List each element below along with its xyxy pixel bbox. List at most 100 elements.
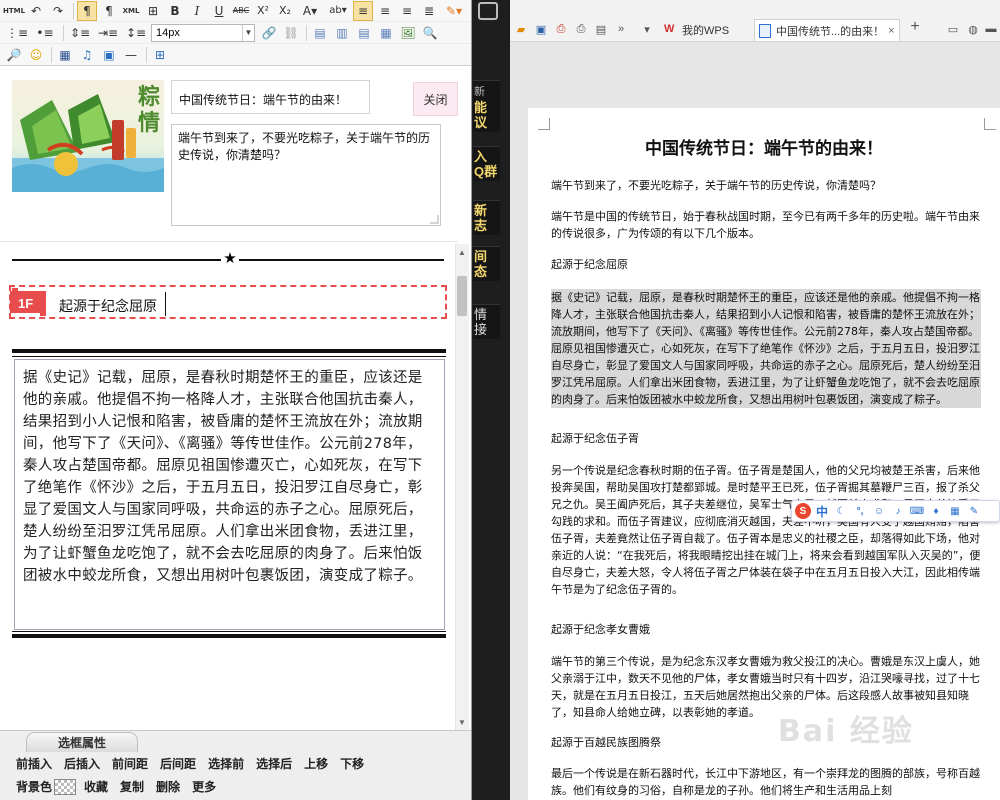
close-tab-icon[interactable]: × — [888, 25, 894, 37]
font-color-dropdown[interactable]: A▾ — [297, 1, 323, 21]
html-source-button[interactable]: HTML — [3, 1, 25, 21]
keyboard-icon[interactable]: ⌨ — [909, 503, 925, 519]
table-icon[interactable]: ⊞ — [150, 45, 170, 65]
delete-button[interactable]: 删除 — [156, 778, 180, 795]
align-right-icon[interactable]: ≡ — [397, 1, 417, 21]
strikethrough-button[interactable]: ABC — [231, 1, 251, 21]
export-pdf-icon[interactable]: ⎙ — [554, 22, 568, 36]
insert-image-icon[interactable]: 🖼 — [398, 23, 418, 43]
punctuation-icon[interactable]: °, — [852, 503, 868, 519]
image-right-icon[interactable]: ▤ — [354, 23, 374, 43]
image-center-icon[interactable]: ▥ — [332, 23, 352, 43]
moon-icon[interactable]: ☾ — [833, 503, 849, 519]
voice-icon[interactable]: ♪ — [890, 503, 906, 519]
skin-icon[interactable]: ♦ — [928, 503, 944, 519]
print-icon[interactable]: ⎙ — [574, 22, 588, 36]
copy-button[interactable]: 复制 — [120, 778, 144, 795]
image-none-icon[interactable]: ▦ — [376, 23, 396, 43]
save-icon[interactable]: ▦ — [55, 45, 75, 65]
align-justify-icon[interactable]: ≣ — [419, 1, 439, 21]
rtl-direction-icon[interactable]: ¶ — [99, 1, 119, 21]
subscript-button[interactable]: X₂ — [275, 1, 295, 21]
scroll-up-icon[interactable]: ▲ — [456, 246, 468, 258]
side-tab-update-log[interactable]: 新志 — [473, 200, 500, 235]
font-size-select[interactable]: 14px ▼ — [151, 23, 255, 42]
chevron-down-icon[interactable]: ▼ — [242, 24, 254, 41]
ltr-direction-icon[interactable]: ¶ — [77, 0, 97, 21]
scrollbar-thumb[interactable] — [457, 276, 467, 316]
side-tab-links[interactable]: 情接 — [473, 304, 500, 339]
ordered-list-dropdown[interactable]: ⋮≡ — [4, 23, 30, 43]
image-left-icon[interactable]: ▤ — [310, 23, 330, 43]
doc-paragraph: 另一个传说是纪念春秋时期的伍子胥。伍子胥是楚国人，他的父兄均被楚王杀害，后来他投… — [551, 464, 981, 596]
select-after-button[interactable]: 选择后 — [256, 755, 292, 772]
search-replace-icon[interactable]: 🔍 — [420, 23, 440, 43]
more-button[interactable]: 更多 — [192, 778, 216, 795]
insert-before-button[interactable]: 前插入 — [16, 755, 52, 772]
summary-textarea[interactable]: 端午节到来了，不要光吃粽子，关于端午节的历史传说，你清楚吗？ — [171, 124, 441, 226]
format-painter-icon[interactable]: ✎▾ — [441, 1, 467, 21]
more-quick-icon[interactable]: » — [614, 22, 628, 36]
unordered-list-dropdown[interactable]: •≡ — [32, 23, 58, 43]
close-button[interactable]: 关闭 — [413, 82, 458, 116]
add-tab-icon[interactable]: + — [908, 18, 922, 35]
block-format-icon[interactable]: ⊞ — [143, 1, 163, 21]
emoji-icon[interactable]: ☺ — [871, 503, 887, 519]
tab-document[interactable]: 中国传统节...的由来！ × — [754, 19, 900, 41]
toolbox-icon[interactable]: ▦ — [947, 503, 963, 519]
redo-icon[interactable]: ↷ — [48, 1, 68, 21]
select-before-button[interactable]: 选择前 — [208, 755, 244, 772]
horizontal-rule-icon[interactable]: — — [121, 45, 141, 65]
theme-icon[interactable]: ◍ — [966, 22, 980, 36]
side-tab-news[interactable]: 间态 — [473, 246, 500, 281]
superscript-button[interactable]: X² — [253, 1, 273, 21]
editor-scrollbar[interactable] — [455, 244, 469, 732]
doc-paragraph: 最后一个传说是在新石器时代，长江中下游地区，有一个崇拜龙的图腾的部族，号称百越族… — [551, 767, 980, 797]
indent-dropdown[interactable]: ⇥≡ — [95, 23, 121, 43]
music-icon[interactable]: ♫ — [77, 45, 97, 65]
background-color-picker[interactable] — [54, 778, 77, 795]
highlight-color-dropdown[interactable]: ab▾ — [325, 1, 351, 21]
doc-heading: 起源于百越民族图腾祭 — [551, 736, 661, 749]
move-up-button[interactable]: 上移 — [304, 755, 328, 772]
article-title-field[interactable]: 中国传统节日：端午节的由来！ — [171, 80, 370, 114]
undo-icon[interactable]: ↶ — [26, 1, 46, 21]
xml-button[interactable]: XML — [121, 1, 141, 21]
link-icon[interactable]: 🔗 — [259, 23, 279, 43]
space-after-button[interactable]: 后间距 — [160, 755, 196, 772]
section-title[interactable]: 起源于纪念屈原 — [59, 296, 157, 316]
preview-icon[interactable]: 🔎 — [4, 45, 24, 65]
unlink-icon[interactable]: ⛓ — [281, 23, 301, 43]
cover-thumbnail[interactable]: 粽情 — [12, 80, 164, 192]
scroll-down-icon[interactable]: ▼ — [456, 716, 468, 728]
resize-grip-icon[interactable] — [430, 215, 439, 224]
ime-mode-label[interactable]: 中 — [814, 503, 830, 519]
align-left-icon[interactable]: ≡ — [353, 0, 373, 21]
tab-box-properties[interactable]: 选框属性 — [26, 732, 138, 752]
tab-my-wps[interactable]: W 我的WPS — [660, 19, 752, 41]
article-body[interactable]: 据《史记》记载，屈原，是春秋时期楚怀王的重臣，应该还是他的亲戚。他提倡不拘一格降… — [14, 359, 445, 630]
insert-after-button[interactable]: 后插入 — [64, 755, 100, 772]
window-icon[interactable]: ▭ — [946, 22, 960, 36]
emoticon-icon[interactable]: ☺ — [26, 45, 46, 65]
window-restore-icon[interactable] — [478, 2, 498, 20]
save-icon[interactable]: ▣ — [534, 22, 548, 36]
paragraph-spacing-dropdown[interactable]: ⇕≡ — [67, 23, 93, 43]
sogou-logo-icon[interactable]: S — [795, 503, 811, 519]
chevron-down-icon[interactable]: ▾ — [640, 22, 654, 36]
open-folder-icon[interactable]: ▰ — [514, 22, 528, 36]
print-preview-icon[interactable]: ▤ — [594, 22, 608, 36]
space-before-button[interactable]: 前间距 — [112, 755, 148, 772]
move-down-button[interactable]: 下移 — [340, 755, 364, 772]
align-center-icon[interactable]: ≡ — [375, 1, 395, 21]
bold-button[interactable]: B — [165, 1, 185, 21]
line-height-dropdown[interactable]: ↕≡ — [123, 23, 149, 43]
settings-wrench-icon[interactable]: ✎ — [966, 503, 982, 519]
side-tab-join-group[interactable]: 入 Q群 — [473, 146, 500, 181]
underline-button[interactable]: U — [209, 1, 229, 21]
favorite-button[interactable]: 收藏 — [84, 778, 108, 795]
minimize-icon[interactable]: ▬ — [984, 22, 998, 36]
side-tab-feature-suggest[interactable]: 新能议 — [473, 80, 500, 132]
video-icon[interactable]: ▣ — [99, 45, 119, 65]
italic-button[interactable]: I — [187, 1, 207, 21]
